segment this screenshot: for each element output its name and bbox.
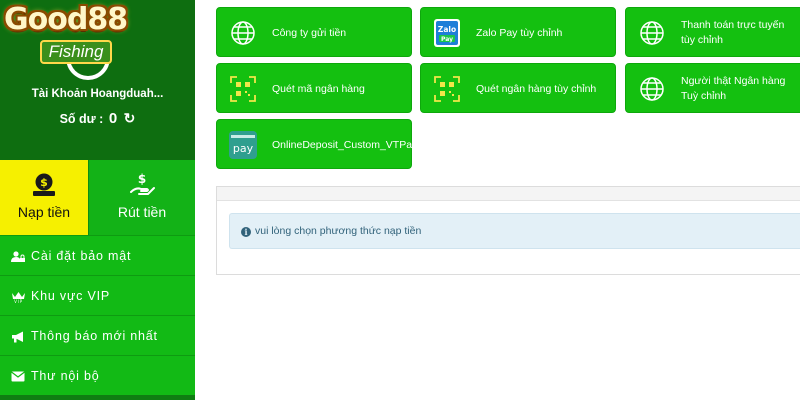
svg-text:$: $ bbox=[40, 176, 48, 189]
megaphone-icon bbox=[10, 316, 26, 356]
notice-alert: i vui lòng chọn phương thức nạp tiền bbox=[229, 213, 800, 249]
method-label: Quét ngân hàng tùy chỉnh bbox=[476, 82, 597, 95]
deposit-label: Nạp tiền bbox=[17, 204, 71, 220]
deposit-content: Công ty gửi tiền Zalo Pay Zalo Pay tùy c… bbox=[195, 0, 800, 400]
zalopay-icon: Zalo Pay bbox=[434, 19, 460, 47]
info-icon: i bbox=[241, 227, 251, 237]
panel-header bbox=[217, 187, 800, 201]
svg-text:VIP: VIP bbox=[14, 299, 23, 303]
account-panel: Good88 Fishing Tài Khoản Hoangduah... Số… bbox=[0, 0, 195, 160]
withdraw-label: Rút tiền bbox=[117, 204, 167, 220]
sidebar-item-label: Khu vực VIP bbox=[31, 289, 111, 303]
method-vtpay[interactable]: pay OnlineDeposit_Custom_VTPay bbox=[216, 119, 417, 169]
method-zalopay[interactable]: Zalo Pay Zalo Pay tùy chỉnh bbox=[420, 7, 616, 57]
sidebar-item-vip[interactable]: VIP Khu vực VIP bbox=[0, 275, 195, 315]
method-bank-qr[interactable]: Quét mã ngân hàng bbox=[216, 63, 412, 113]
sidebar-item-label: Thư nội bộ bbox=[31, 369, 100, 383]
sidebar-item-notifications[interactable]: Thông báo mới nhất bbox=[0, 315, 195, 355]
method-online-payment[interactable]: Thanh toán trực tuyến tùy chỉnh bbox=[625, 7, 800, 57]
refresh-icon[interactable]: ↻ bbox=[124, 110, 136, 127]
money-bag-icon: $ bbox=[33, 173, 55, 196]
deposit-form-panel: i vui lòng chọn phương thức nạp tiền bbox=[216, 186, 800, 275]
hand-money-icon: $ bbox=[130, 172, 155, 195]
account-actions: $ Nạp tiền $ Rút tiền bbox=[0, 160, 195, 235]
qr-scan-icon bbox=[230, 76, 256, 102]
vip-crown-icon: VIP bbox=[10, 276, 26, 316]
method-real-person-bank[interactable]: Người thật Ngân hàng Tuỳ chỉnh bbox=[625, 63, 800, 113]
method-label: Zalo Pay tùy chỉnh bbox=[476, 26, 563, 39]
globe-icon bbox=[231, 21, 255, 45]
account-username: Tài Khoản Hoangduah... bbox=[31, 88, 164, 100]
balance-value: 0 bbox=[108, 110, 118, 127]
method-label: Người thật Ngân hàng Tuỳ chỉnh bbox=[681, 75, 786, 102]
brand-logo[interactable]: Good88 Fishing bbox=[4, 2, 154, 80]
deposit-button[interactable]: $ Nạp tiền bbox=[0, 160, 88, 235]
withdraw-button[interactable]: $ Rút tiền bbox=[88, 160, 195, 235]
sidebar-item-label: Cài đặt bảo mật bbox=[31, 249, 132, 263]
user-lock-icon bbox=[10, 236, 26, 276]
balance-label: Số dư : bbox=[59, 112, 104, 126]
svg-text:pay: pay bbox=[233, 142, 254, 155]
method-label: OnlineDeposit_Custom_VTPay bbox=[272, 138, 418, 151]
method-company-deposit[interactable]: Công ty gửi tiền bbox=[216, 7, 412, 57]
svg-text:$: $ bbox=[138, 172, 146, 186]
sidebar-menu: Cài đặt bảo mật VIP Khu vực VIP Thông bá… bbox=[0, 235, 195, 395]
notice-text: vui lòng chọn phương thức nạp tiền bbox=[255, 225, 422, 237]
method-label: Quét mã ngân hàng bbox=[272, 82, 365, 95]
sidebar-item-security[interactable]: Cài đặt bảo mật bbox=[0, 235, 195, 275]
balance-row: Số dư : 0 ↻ bbox=[0, 110, 195, 127]
method-label: Thanh toán trực tuyến tùy chỉnh bbox=[681, 19, 785, 46]
svg-text:Pay: Pay bbox=[441, 36, 453, 43]
logo-subtext: Fishing bbox=[40, 40, 112, 64]
globe-icon bbox=[640, 21, 664, 45]
envelope-icon bbox=[10, 356, 26, 396]
logo-text: Good88 bbox=[4, 2, 128, 37]
sidebar: Good88 Fishing Tài Khoản Hoangduah... Số… bbox=[0, 0, 195, 400]
svg-text:Zalo: Zalo bbox=[438, 25, 456, 34]
sidebar-item-label: Thông báo mới nhất bbox=[31, 329, 158, 343]
vtpay-icon: pay bbox=[229, 131, 257, 159]
qr-scan-icon bbox=[434, 76, 460, 102]
method-label: Công ty gửi tiền bbox=[272, 26, 347, 39]
globe-icon bbox=[640, 77, 664, 101]
sidebar-item-inbox[interactable]: Thư nội bộ bbox=[0, 355, 195, 395]
method-custom-bank-qr[interactable]: Quét ngân hàng tùy chỉnh bbox=[420, 63, 616, 113]
